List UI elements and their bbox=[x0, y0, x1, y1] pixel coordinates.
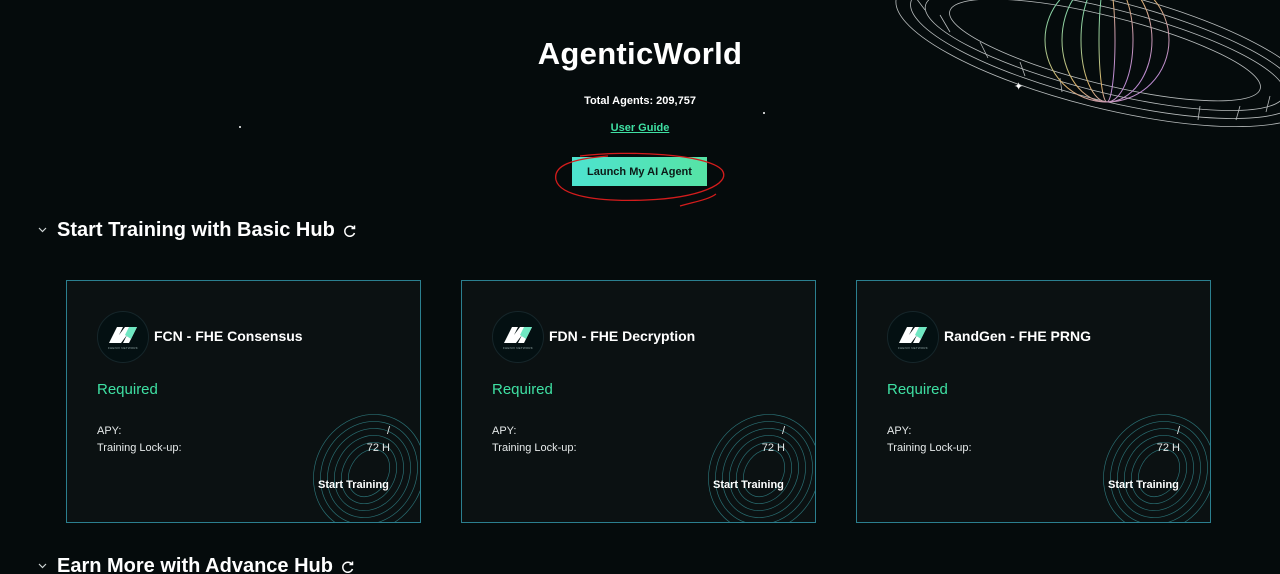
star-decoration bbox=[763, 112, 765, 114]
launch-ai-agent-button[interactable]: Launch My AI Agent bbox=[572, 157, 707, 186]
agentic-world-page: ✦ AgenticWorld Total Agents: 209,757 Use… bbox=[0, 0, 1280, 574]
chevron-down-icon[interactable] bbox=[38, 225, 52, 236]
lockup-label: Training Lock-up: bbox=[97, 442, 182, 454]
hexagon-logo-icon: FHENIX NETWORK bbox=[97, 311, 149, 363]
section-title: Earn More with Advance Hub bbox=[57, 555, 333, 574]
logo-text: FHENIX NETWORK bbox=[108, 345, 138, 350]
refresh-icon[interactable] bbox=[343, 224, 357, 238]
user-guide-container: User Guide bbox=[0, 122, 1280, 134]
apy-label: APY: bbox=[97, 425, 122, 437]
hub-card-fdn: FHENIX NETWORK FDN - FHE Decryption Requ… bbox=[461, 280, 816, 523]
apy-value: / bbox=[1176, 425, 1180, 437]
start-training-button[interactable]: Start Training bbox=[713, 479, 784, 491]
user-guide-link[interactable]: User Guide bbox=[611, 122, 670, 134]
lockup-value: 72 H bbox=[1156, 442, 1180, 454]
hub-card-fcn: FHENIX NETWORK FCN - FHE Consensus Requi… bbox=[66, 280, 421, 523]
hexagon-logo-icon: FHENIX NETWORK bbox=[887, 311, 939, 363]
card-title: RandGen - FHE PRNG bbox=[944, 328, 1092, 344]
apy-value: / bbox=[386, 425, 390, 437]
lockup-label: Training Lock-up: bbox=[492, 442, 577, 454]
status-required: Required bbox=[492, 381, 553, 398]
apy-value: / bbox=[781, 425, 785, 437]
hub-card-randgen: FHENIX NETWORK RandGen - FHE PRNG Requir… bbox=[856, 280, 1211, 523]
lockup-label: Training Lock-up: bbox=[887, 442, 972, 454]
chevron-down-icon[interactable] bbox=[38, 561, 52, 572]
start-training-button[interactable]: Start Training bbox=[1108, 479, 1179, 491]
ring-decoration bbox=[1103, 414, 1210, 522]
card-title: FDN - FHE Decryption bbox=[549, 328, 696, 344]
refresh-icon[interactable] bbox=[341, 560, 355, 574]
logo-text: FHENIX NETWORK bbox=[503, 345, 533, 350]
hexagon-logo-icon: FHENIX NETWORK bbox=[492, 311, 544, 363]
section-title: Start Training with Basic Hub bbox=[57, 219, 335, 241]
app-title: AgenticWorld bbox=[537, 36, 743, 71]
section-advance-hub-header[interactable]: Earn More with Advance Hub bbox=[38, 555, 355, 574]
ring-decoration bbox=[313, 414, 420, 522]
apy-label: APY: bbox=[887, 425, 912, 437]
status-required: Required bbox=[97, 381, 158, 398]
lockup-value: 72 H bbox=[761, 442, 785, 454]
section-basic-hub-header[interactable]: Start Training with Basic Hub bbox=[38, 219, 357, 242]
status-required: Required bbox=[887, 381, 948, 398]
logo-text: FHENIX NETWORK bbox=[898, 345, 928, 350]
lockup-value: 72 H bbox=[366, 442, 390, 454]
card-title: FCN - FHE Consensus bbox=[154, 328, 303, 344]
total-agents-count: Total Agents: 209,757 bbox=[584, 95, 696, 107]
ring-decoration bbox=[708, 414, 815, 522]
start-training-button[interactable]: Start Training bbox=[318, 479, 389, 491]
apy-label: APY: bbox=[492, 425, 517, 437]
